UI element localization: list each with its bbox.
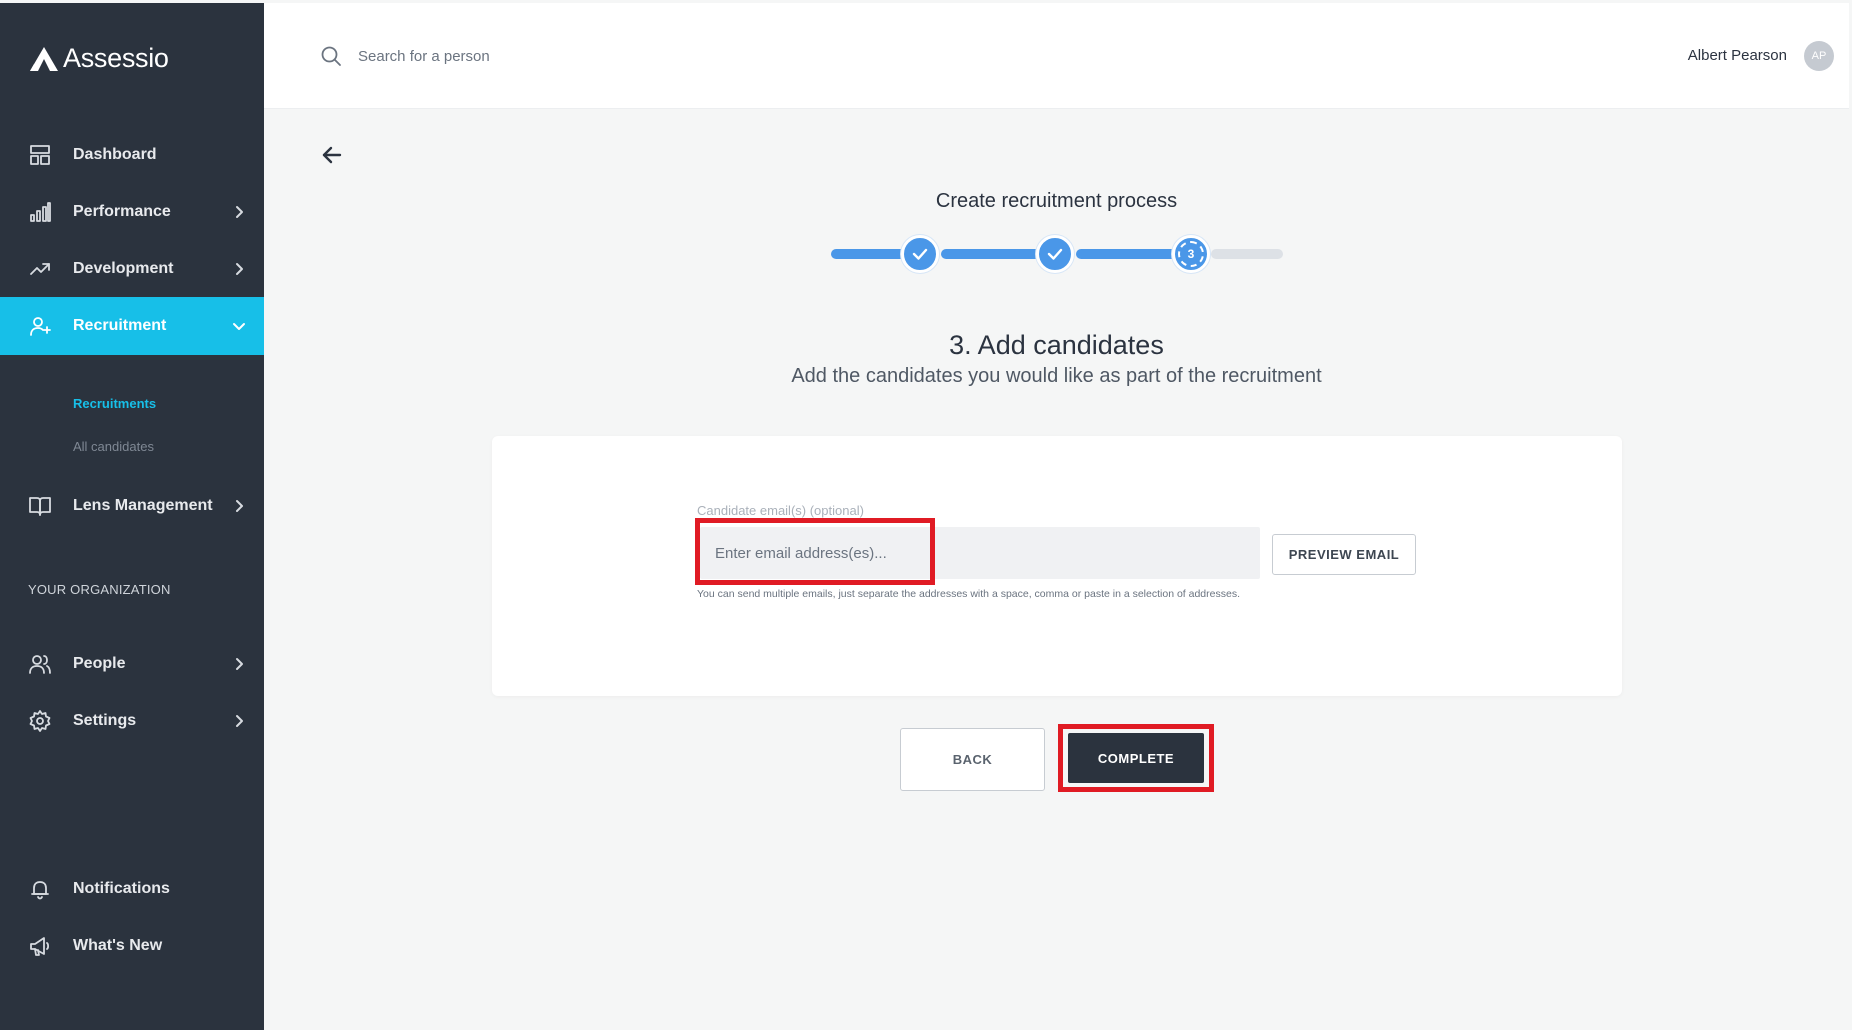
- search-input[interactable]: [358, 41, 758, 71]
- progress-stepper: 3: [831, 234, 1283, 274]
- sidebar-item-label: Notifications: [73, 880, 170, 897]
- avatar[interactable]: AP: [1804, 41, 1834, 71]
- megaphone-icon: [28, 934, 52, 958]
- step-subtitle: Add the candidates you would like as par…: [791, 365, 1322, 387]
- sidebar-subitem-all-candidates[interactable]: All candidates: [73, 439, 154, 454]
- page-title: Create recruitment process: [935, 190, 1178, 212]
- chevron-right-icon: [232, 657, 246, 671]
- sidebar-item-settings[interactable]: Settings: [0, 692, 264, 750]
- dashboard-icon: [28, 143, 52, 167]
- sidebar-item-label: What's New: [73, 937, 163, 954]
- email-field-label: Candidate email(s) (optional): [697, 503, 864, 518]
- preview-email-button[interactable]: PREVIEW EMAIL: [1272, 534, 1416, 575]
- sidebar-item-label: Dashboard: [73, 146, 157, 163]
- step-number: 3: [1178, 241, 1204, 267]
- section-label-organization: YOUR ORGANIZATION: [28, 582, 171, 597]
- sidebar-subitem-recruitments[interactable]: Recruitments: [73, 396, 156, 411]
- user-name[interactable]: Albert Pearson: [1688, 47, 1787, 64]
- email-field-highlight: [695, 518, 935, 585]
- sidebar: Assessio Dashboard Performance Developme…: [0, 3, 264, 1030]
- sidebar-item-label: People: [73, 655, 126, 672]
- people-icon: [28, 652, 52, 676]
- check-icon: [912, 248, 928, 260]
- candidates-card: Candidate email(s) (optional) PREVIEW EM…: [492, 436, 1622, 696]
- email-help-text: You can send multiple emails, just separ…: [697, 588, 1240, 600]
- book-icon: [28, 494, 52, 518]
- chevron-right-icon: [232, 714, 246, 728]
- sidebar-item-development[interactable]: Development: [0, 240, 264, 298]
- back-arrow-icon[interactable]: [320, 143, 344, 167]
- bell-icon: [28, 877, 52, 901]
- sidebar-item-whats-new[interactable]: What's New: [0, 917, 264, 975]
- trending-up-icon: [28, 257, 52, 281]
- search-icon: [320, 45, 342, 67]
- sidebar-item-dashboard[interactable]: Dashboard: [0, 126, 264, 184]
- step-title: 3. Add candidates: [949, 330, 1164, 360]
- sidebar-item-label: Development: [73, 260, 174, 277]
- assessio-logo-icon: [30, 46, 58, 71]
- check-icon: [1047, 248, 1063, 260]
- step-1-complete: [901, 235, 939, 273]
- sidebar-item-lens-management[interactable]: Lens Management: [0, 477, 264, 535]
- chevron-right-icon: [232, 262, 246, 276]
- topbar: Albert Pearson AP: [264, 3, 1849, 109]
- sidebar-item-label: Lens Management: [73, 497, 213, 514]
- complete-button-highlight: [1058, 724, 1214, 792]
- stepper-track-completed: [1076, 249, 1186, 259]
- sidebar-item-people[interactable]: People: [0, 635, 264, 693]
- sidebar-item-label: Settings: [73, 712, 137, 729]
- step-2-complete: [1036, 235, 1074, 273]
- back-button[interactable]: BACK: [900, 728, 1045, 791]
- stepper-track-remaining: [1211, 249, 1283, 259]
- stepper-track-completed: [941, 249, 1051, 259]
- chevron-right-icon: [232, 499, 246, 513]
- app-logo[interactable]: Assessio: [29, 43, 169, 74]
- logo-text: Assessio: [63, 43, 169, 73]
- sidebar-item-notifications[interactable]: Notifications: [0, 860, 264, 918]
- gear-icon: [28, 709, 52, 733]
- step-3-current: 3: [1172, 235, 1210, 273]
